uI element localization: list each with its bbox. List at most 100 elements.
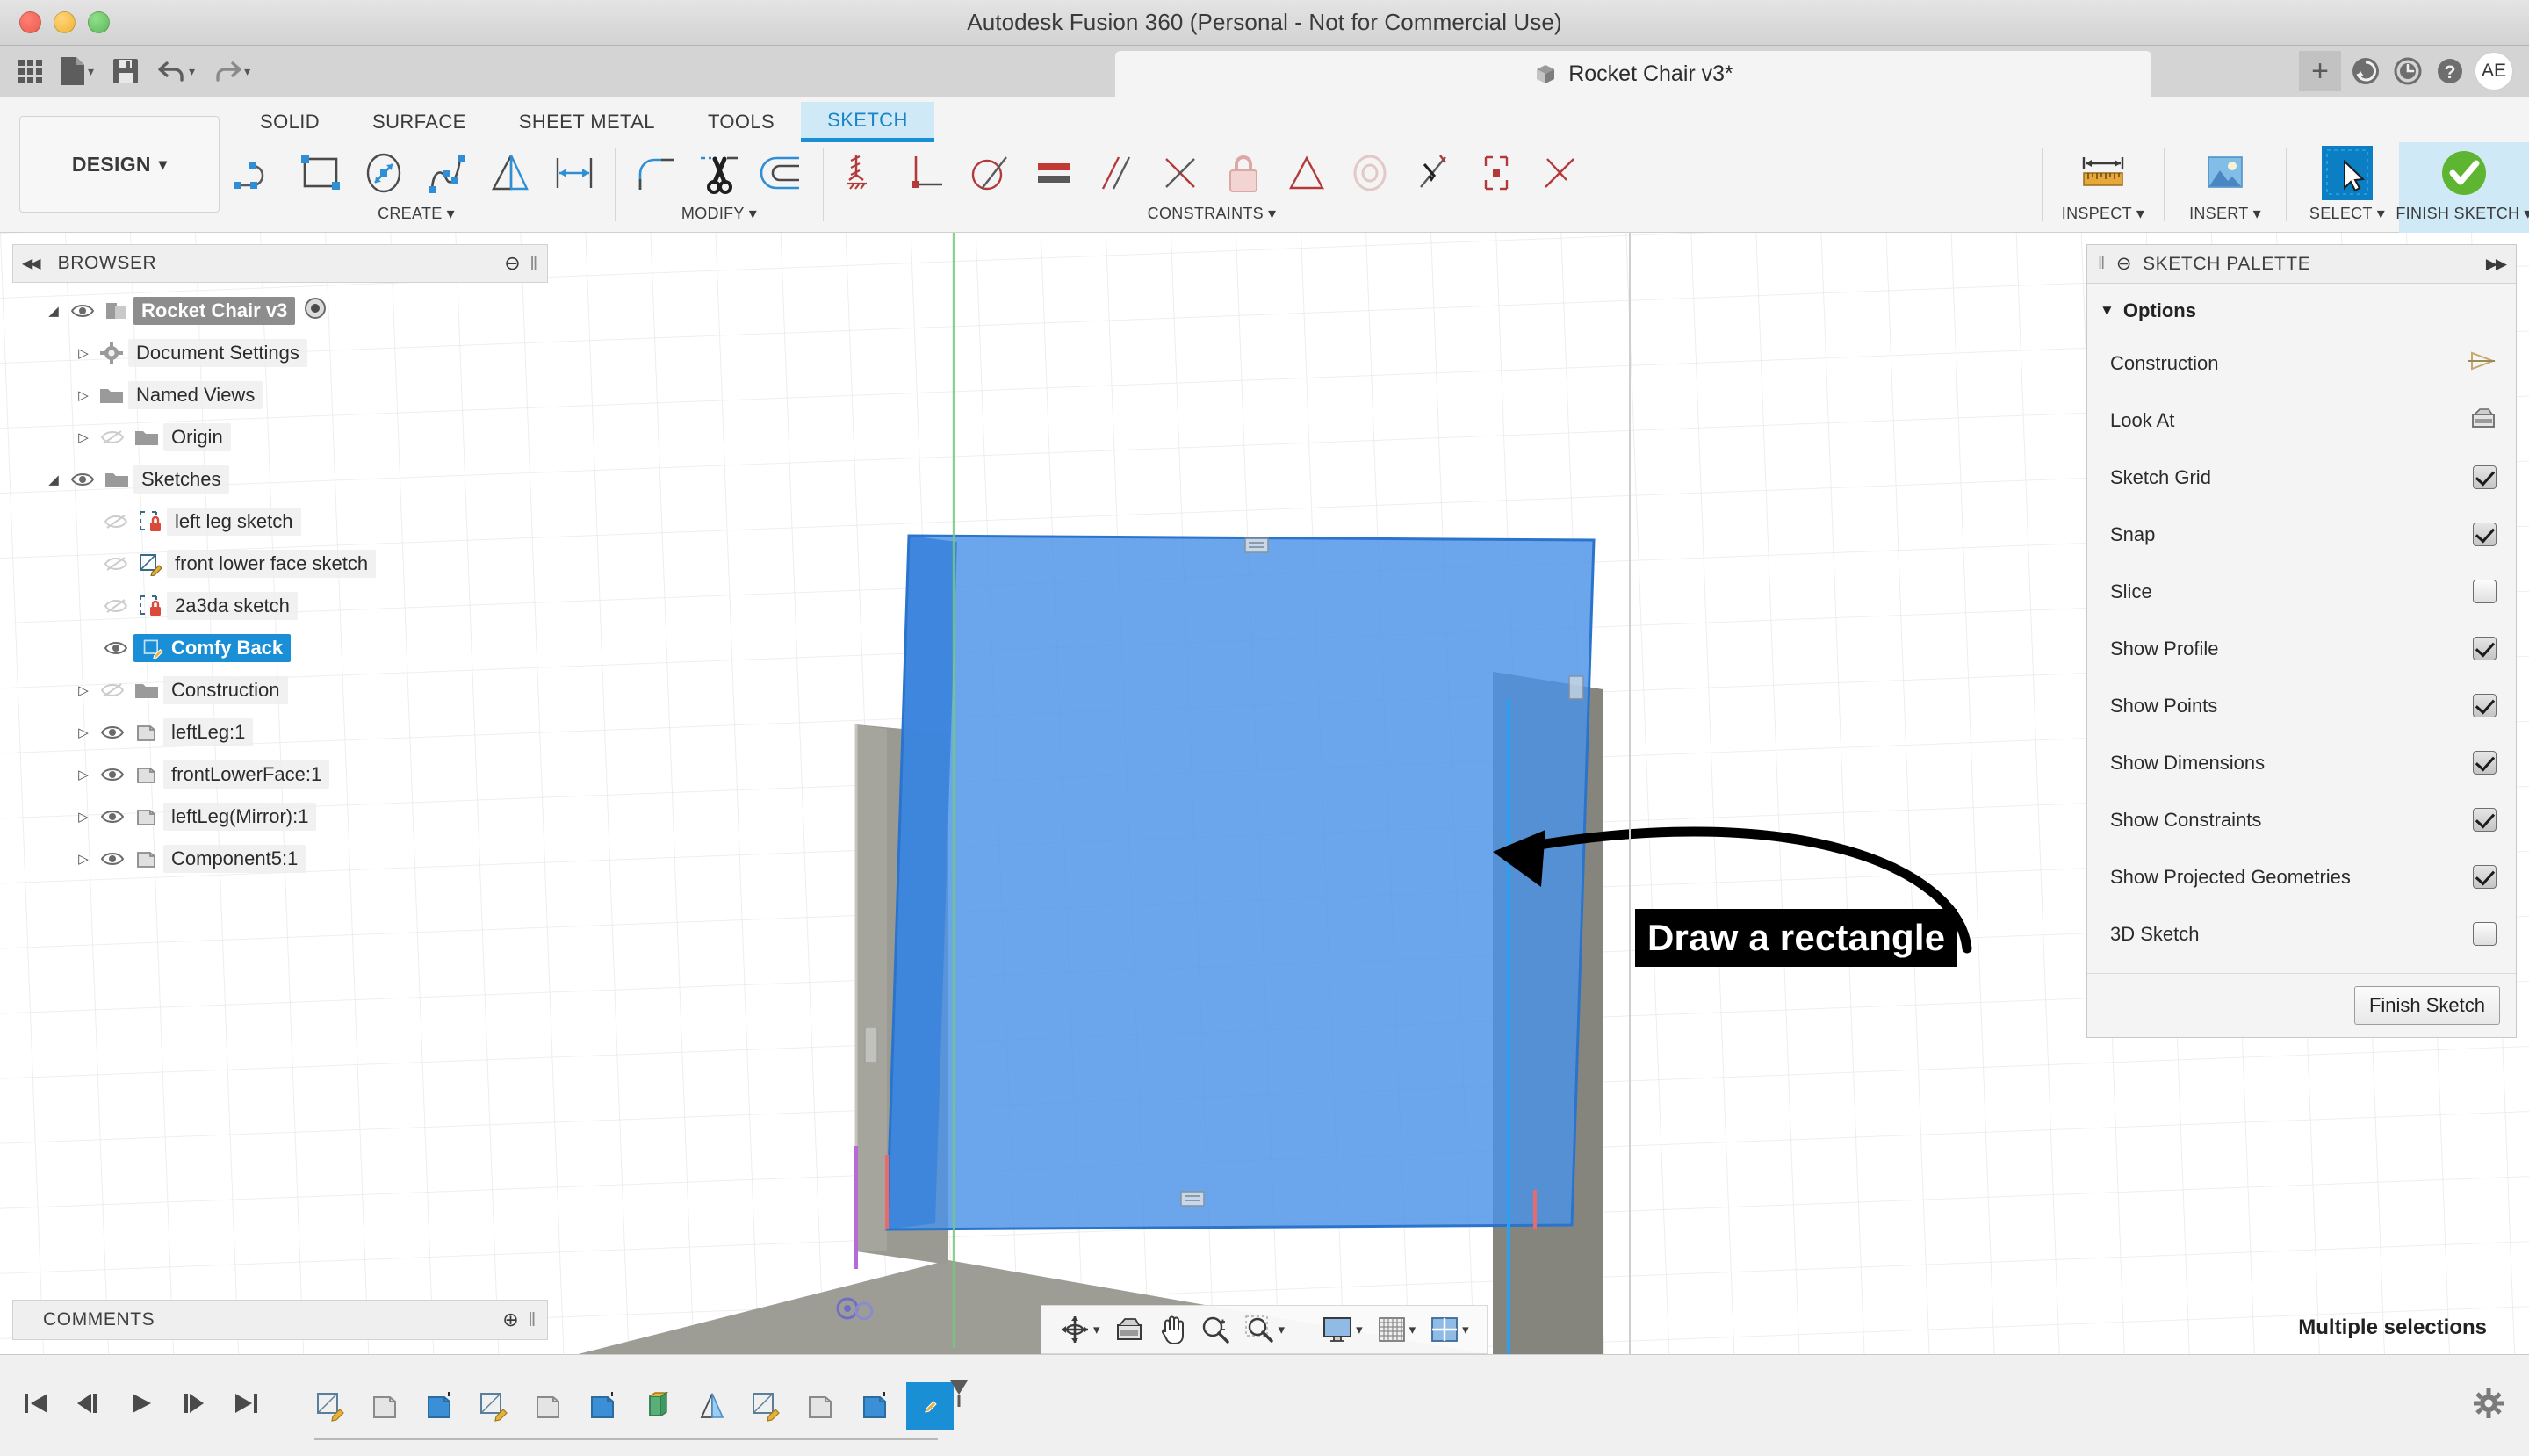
symmetry-tool[interactable] xyxy=(1275,142,1338,204)
tree-item-front-lower-face-sketch[interactable]: front lower face sketch xyxy=(12,543,548,585)
fillet-tool[interactable] xyxy=(624,142,688,204)
activate-component-radio[interactable] xyxy=(304,297,327,325)
look-at-camera-icon[interactable] xyxy=(2470,407,2497,435)
jump-to-start-button[interactable] xyxy=(21,1390,51,1421)
3d-sketch-checkbox[interactable] xyxy=(2473,922,2497,946)
panel-resize-handle[interactable]: ‖ xyxy=(528,1308,537,1331)
tree-item-named-views[interactable]: ▷ Named Views xyxy=(12,374,548,416)
jump-to-end-button[interactable] xyxy=(232,1390,262,1421)
palette-row-3d-sketch[interactable]: 3D Sketch xyxy=(2087,905,2516,962)
new-file-button[interactable]: ▾ xyxy=(54,51,100,91)
coincident-tool[interactable] xyxy=(1465,142,1528,204)
offset-tool[interactable] xyxy=(751,142,814,204)
mirror-tool[interactable] xyxy=(479,142,543,204)
visibility-eye-off-icon[interactable] xyxy=(95,682,130,698)
collapse-panel-icon[interactable]: ◀◀ xyxy=(22,255,41,272)
tangent-tool[interactable] xyxy=(959,142,1022,204)
show-dimensions-checkbox[interactable] xyxy=(2473,751,2497,775)
visibility-eye-off-icon[interactable] xyxy=(98,514,133,530)
create-group-label[interactable]: CREATE ▾ xyxy=(378,205,455,223)
document-tab[interactable]: Rocket Chair v3* xyxy=(1115,51,2151,97)
palette-row-snap[interactable]: Snap xyxy=(2087,506,2516,563)
chevron-down-icon[interactable]: ▾ xyxy=(1462,1322,1469,1337)
expand-arrow-icon[interactable]: ▷ xyxy=(72,724,95,740)
finish-sketch-button[interactable]: Finish Sketch xyxy=(2353,986,2500,1025)
perpendicular-tool[interactable] xyxy=(896,142,959,204)
palette-row-slice[interactable]: Slice xyxy=(2087,563,2516,620)
timeline-item-sketch-1[interactable] xyxy=(307,1382,355,1430)
show-projected-geometries-checkbox[interactable] xyxy=(2473,865,2497,889)
viewports-button[interactable]: ▾ xyxy=(1424,1309,1474,1350)
tab-sheet-metal[interactable]: SHEET METAL xyxy=(493,102,681,142)
expand-arrow-icon[interactable]: ▷ xyxy=(72,345,95,361)
sketch-dimension-tool[interactable] xyxy=(543,142,606,204)
finish-sketch-group[interactable]: FINISH SKETCH ▾ xyxy=(2396,142,2529,233)
tree-item-2a3da-sketch[interactable]: 2a3da sketch xyxy=(12,585,548,627)
modify-group-label[interactable]: MODIFY ▾ xyxy=(681,205,757,223)
smooth-tool[interactable] xyxy=(1528,142,1591,204)
tab-solid[interactable]: SOLID xyxy=(234,102,346,142)
visibility-eye-off-icon[interactable] xyxy=(98,598,133,614)
timeline-item-sketch-3[interactable] xyxy=(743,1382,790,1430)
tree-item-comfy-back[interactable]: Comfy Back xyxy=(12,627,548,669)
tree-item-frontlowerface-1[interactable]: ▷ frontLowerFace:1 xyxy=(12,753,548,796)
expand-arrow-icon[interactable]: ▷ xyxy=(72,809,95,825)
timeline-item-body-3[interactable] xyxy=(797,1382,845,1430)
step-back-button[interactable] xyxy=(74,1390,104,1421)
chevron-down-icon[interactable]: ▾ xyxy=(1356,1322,1363,1337)
timeline-item-body-1[interactable] xyxy=(362,1382,409,1430)
visibility-eye-icon[interactable] xyxy=(95,724,130,740)
expand-arrow-icon[interactable]: ◢ xyxy=(42,303,65,319)
chevron-down-icon[interactable]: ▾ xyxy=(1279,1322,1286,1337)
midpoint-tool[interactable] xyxy=(1149,142,1212,204)
constraints-group-label[interactable]: CONSTRAINTS ▾ xyxy=(1148,205,1277,223)
undo-button[interactable]: ▾ xyxy=(151,51,201,91)
tab-sketch[interactable]: SKETCH xyxy=(801,102,934,142)
equal-tool[interactable] xyxy=(1022,142,1085,204)
help-icon[interactable]: ? xyxy=(2432,54,2468,89)
inspect-group-label[interactable]: INSPECT ▾ xyxy=(2062,205,2144,223)
rectangle-tool[interactable] xyxy=(290,142,353,204)
palette-row-look-at[interactable]: Look At xyxy=(2087,392,2516,449)
expand-arrow-icon[interactable]: ▷ xyxy=(72,387,95,403)
panel-menu-icon[interactable]: ⊖ xyxy=(2116,253,2132,275)
avatar[interactable]: AE xyxy=(2475,52,2513,90)
add-comment-icon[interactable]: ⊕ xyxy=(502,1308,519,1331)
expand-arrow-icon[interactable]: ▷ xyxy=(72,851,95,867)
timeline-item-active-sketch[interactable] xyxy=(906,1380,968,1430)
tree-item-document-settings[interactable]: ▷ Document Settings xyxy=(12,332,548,374)
timeline-item-body-2[interactable] xyxy=(525,1382,573,1430)
palette-row-construction[interactable]: Construction xyxy=(2087,335,2516,392)
visibility-eye-icon[interactable] xyxy=(65,303,100,319)
app-grid-button[interactable] xyxy=(12,51,48,91)
circle-tool[interactable] xyxy=(353,142,416,204)
tree-item-construction[interactable]: ▷ Construction xyxy=(12,669,548,711)
zoom-button[interactable] xyxy=(1195,1309,1236,1350)
visibility-eye-icon[interactable] xyxy=(65,472,100,487)
show-constraints-checkbox[interactable] xyxy=(2473,808,2497,832)
spline-tool[interactable] xyxy=(416,142,479,204)
palette-row-show-dimensions[interactable]: Show Dimensions xyxy=(2087,734,2516,791)
insert-group-label[interactable]: INSERT ▾ xyxy=(2189,205,2261,223)
grid-snaps-button[interactable]: ▾ xyxy=(1372,1309,1422,1350)
redo-button[interactable]: ▾ xyxy=(206,51,256,91)
job-status-icon[interactable] xyxy=(2348,54,2383,89)
panel-menu-icon[interactable]: ⊖ xyxy=(504,252,521,275)
palette-row-show-profile[interactable]: Show Profile xyxy=(2087,620,2516,677)
expand-arrow-icon[interactable]: ▷ xyxy=(72,682,95,698)
panel-resize-handle[interactable]: ‖ xyxy=(530,252,538,275)
timeline-item-mirror[interactable] xyxy=(688,1382,736,1430)
tab-surface[interactable]: SURFACE xyxy=(346,102,493,142)
show-profile-checkbox[interactable] xyxy=(2473,637,2497,660)
comments-panel[interactable]: COMMENTS ⊕ ‖ xyxy=(12,1300,548,1340)
snap-checkbox[interactable] xyxy=(2473,523,2497,546)
collinear-tool[interactable] xyxy=(1401,142,1465,204)
expand-panel-icon[interactable]: ▶▶ xyxy=(2486,256,2507,273)
visibility-eye-icon[interactable] xyxy=(95,851,130,867)
visibility-eye-icon[interactable] xyxy=(98,640,133,656)
palette-row-show-points[interactable]: Show Points xyxy=(2087,677,2516,734)
trim-tool[interactable] xyxy=(688,142,751,204)
save-button[interactable] xyxy=(105,51,146,91)
tree-item-left-leg-sketch[interactable]: left leg sketch xyxy=(12,501,548,543)
concentric-tool[interactable] xyxy=(1338,142,1401,204)
